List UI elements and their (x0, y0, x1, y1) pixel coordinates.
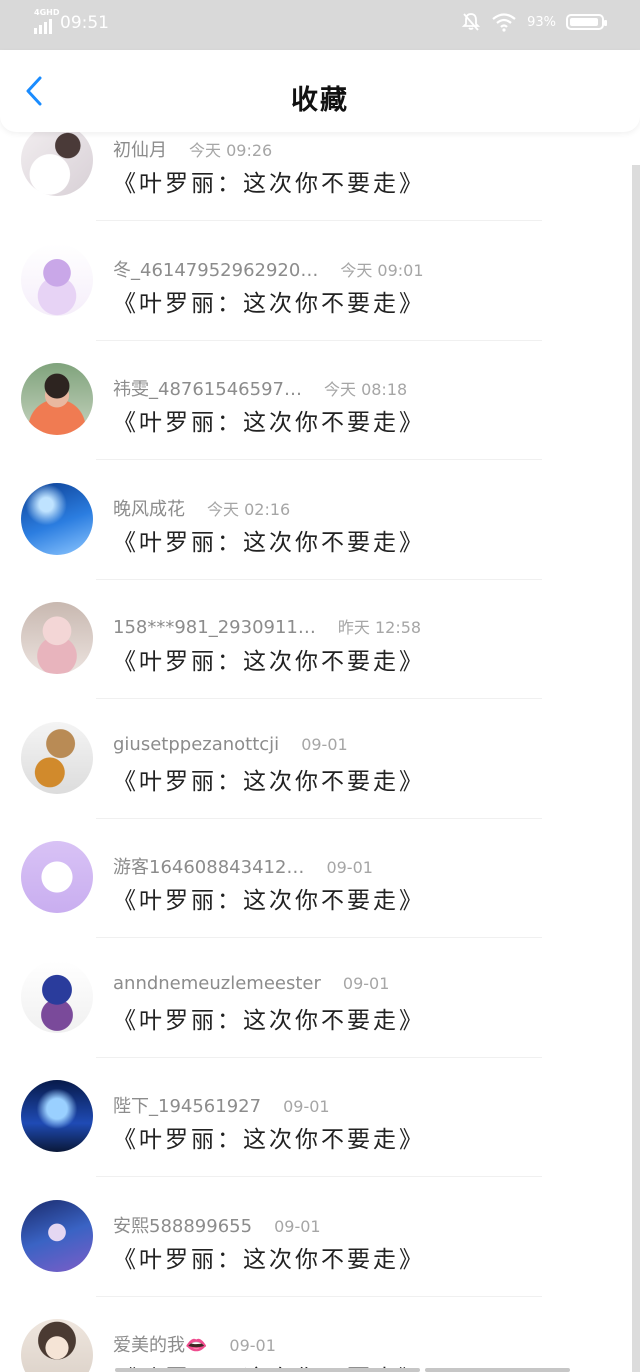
row-divider (96, 1176, 542, 1177)
avatar[interactable] (21, 960, 93, 1033)
timestamp: 09-01 (229, 1336, 276, 1355)
header: 收藏 (0, 50, 640, 132)
favorite-item-1[interactable]: 初仙月 今天 09:26 《叶罗丽：这次你不要走》 (0, 124, 632, 244)
item-meta: 爱美的我👄 09-01 (113, 1331, 276, 1357)
favorite-title[interactable]: 《叶罗丽：这次你不要走》 (113, 642, 425, 676)
username[interactable]: 158***981_2930911… (113, 617, 316, 638)
battery-icon (566, 14, 607, 30)
avatar[interactable] (21, 841, 93, 913)
favorite-item-11[interactable]: 爱美的我👄 09-01 《叶罗丽：这次你不要走》 (0, 1319, 632, 1372)
favorite-title[interactable]: 《叶罗丽：这次你不要走》 (113, 403, 425, 437)
cellular-signal: 4GHD (34, 8, 59, 34)
timestamp: 昨天 12:58 (337, 618, 422, 637)
username[interactable]: 爱美的我👄 (113, 1331, 207, 1357)
favorites-list-viewport[interactable]: 初仙月 今天 09:26 《叶罗丽：这次你不要走》 冬_461479529629… (0, 120, 640, 1372)
avatar[interactable] (21, 602, 93, 674)
username[interactable]: 安熙588899655 (113, 1212, 252, 1238)
row-divider (96, 1056, 542, 1058)
item-meta: anndnemeuzlemeester 09-01 (113, 973, 389, 994)
avatar[interactable] (21, 482, 93, 555)
avatar[interactable] (21, 1080, 93, 1152)
favorite-item-6[interactable]: giusetppezanottcji 09-01 《叶罗丽：这次你不要走》 (0, 721, 632, 842)
item-meta: giusetppezanottcji 09-01 (113, 734, 348, 755)
row-divider (96, 339, 542, 341)
item-meta: 158***981_2930911… 昨天 12:58 (113, 614, 421, 638)
timestamp: 今天 09:01 (340, 260, 424, 280)
timestamp: 今天 02:16 (207, 499, 291, 519)
username[interactable]: 晚风成花 (113, 495, 185, 521)
favorite-title[interactable]: 《叶罗丽：这次你不要走》 (113, 1120, 425, 1154)
battery-level (570, 18, 598, 26)
favorite-title[interactable]: 《叶罗丽：这次你不要走》 (113, 762, 425, 796)
timestamp: 今天 09:26 (189, 141, 273, 160)
status-left: 4GHD 09:51 (34, 8, 109, 34)
avatar[interactable] (21, 721, 93, 794)
favorite-title[interactable]: 《叶罗丽：这次你不要走》 (113, 1001, 425, 1035)
wifi-icon (492, 13, 516, 32)
timestamp: 09-01 (301, 734, 348, 754)
username[interactable]: 冬_46147952962920… (113, 256, 318, 282)
item-meta: 祎雯_48761546597… 今天 08:18 (113, 375, 407, 401)
item-meta: 游客164608843412… 09-01 (113, 853, 373, 879)
username[interactable]: 初仙月 (113, 136, 167, 162)
username[interactable]: 祎雯_48761546597… (113, 375, 302, 401)
row-divider (96, 817, 542, 819)
item-meta: 安熙588899655 09-01 (113, 1212, 321, 1238)
row-divider (96, 937, 542, 938)
row-divider (96, 1295, 542, 1297)
page-title: 收藏 (291, 85, 349, 116)
item-meta: 初仙月 今天 09:26 (113, 136, 272, 162)
favorite-item-3[interactable]: 祎雯_48761546597… 今天 08:18 《叶罗丽：这次你不要走》 (0, 363, 632, 483)
signal-icon (34, 18, 52, 34)
avatar[interactable] (21, 1199, 93, 1272)
favorite-title[interactable]: 《叶罗丽：这次你不要走》 (113, 284, 425, 318)
timestamp: 09-01 (326, 858, 373, 877)
timestamp: 09-01 (274, 1216, 321, 1236)
avatar[interactable] (21, 243, 93, 316)
row-divider (96, 459, 542, 460)
avatar[interactable] (21, 1319, 93, 1372)
favorite-title[interactable]: 《叶罗丽：这次你不要走》 (113, 164, 425, 198)
item-meta: 冬_46147952962920… 今天 09:01 (113, 256, 424, 282)
favorite-title[interactable]: 《叶罗丽：这次你不要走》 (113, 1240, 425, 1274)
mute-icon (461, 13, 481, 31)
item-meta: 陛下_194561927 09-01 (113, 1092, 330, 1118)
username[interactable]: 游客164608843412… (113, 853, 304, 879)
scrollbar[interactable] (632, 165, 640, 1372)
avatar[interactable] (21, 363, 93, 435)
timestamp: 09-01 (342, 973, 390, 993)
username[interactable]: giusetppezanottcji (113, 734, 279, 755)
battery-percent: 93% (527, 14, 556, 30)
clock: 09:51 (60, 13, 109, 33)
favorite-title[interactable]: 《叶罗丽：这次你不要走》 (113, 523, 425, 557)
status-bar: 4GHD 09:51 93% (0, 0, 640, 50)
row-divider (96, 578, 542, 580)
status-right: 93% (461, 12, 607, 32)
timestamp: 09-01 (283, 1097, 330, 1116)
username[interactable]: anndnemeuzlemeester (113, 973, 321, 994)
network-type: 4GHD (34, 8, 60, 17)
row-divider (96, 220, 542, 221)
favorite-item-7[interactable]: 游客164608843412… 09-01 《叶罗丽：这次你不要走》 (0, 841, 632, 961)
row-divider (96, 698, 542, 699)
favorite-item-4[interactable]: 晚风成花 今天 02:16 《叶罗丽：这次你不要走》 (0, 482, 632, 603)
favorite-item-10[interactable]: 安熙588899655 09-01 《叶罗丽：这次你不要走》 (0, 1199, 632, 1320)
timestamp: 今天 08:18 (323, 380, 408, 399)
avatar[interactable] (21, 124, 93, 196)
favorite-item-8[interactable]: anndnemeuzlemeester 09-01 《叶罗丽：这次你不要走》 (0, 960, 632, 1081)
favorite-item-2[interactable]: 冬_46147952962920… 今天 09:01 《叶罗丽：这次你不要走》 (0, 243, 632, 364)
favorite-item-5[interactable]: 158***981_2930911… 昨天 12:58 《叶罗丽：这次你不要走》 (0, 602, 632, 722)
username[interactable]: 陛下_194561927 (113, 1092, 261, 1118)
bottom-edge-bar (0, 1366, 640, 1372)
item-meta: 晚风成花 今天 02:16 (113, 495, 290, 521)
favorite-item-9[interactable]: 陛下_194561927 09-01 《叶罗丽：这次你不要走》 (0, 1080, 632, 1200)
favorite-title[interactable]: 《叶罗丽：这次你不要走》 (113, 881, 425, 915)
favorites-list: 初仙月 今天 09:26 《叶罗丽：这次你不要走》 冬_461479529629… (0, 124, 632, 1372)
